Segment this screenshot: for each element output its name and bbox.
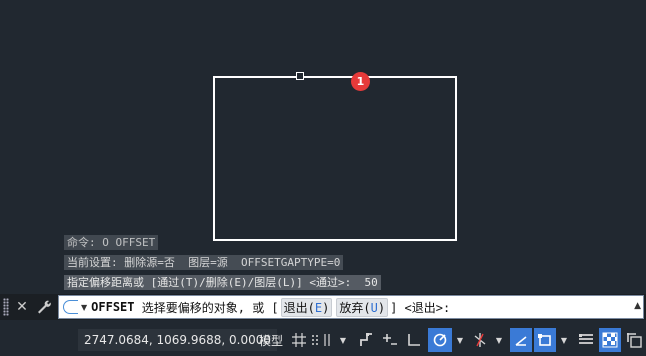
model-space-button[interactable]: 模型 — [256, 328, 286, 352]
lineweight-icon[interactable] — [576, 328, 596, 352]
isometric-drafting-icon[interactable] — [470, 328, 490, 352]
selection-cycling-icon[interactable] — [624, 328, 644, 352]
ortho-mode-icon[interactable] — [404, 328, 424, 352]
command-history-line-2: 当前设置: 删除源=否 图层=源 OFFSETGAPTYPE=0 — [64, 255, 344, 270]
command-suffix: ] <退出>: — [390, 300, 451, 315]
option-exit[interactable]: 退出(E) — [280, 297, 333, 317]
grid-icon[interactable] — [290, 328, 308, 352]
status-bar: 2747.0684, 1069.9688, 0.0000 模型 ▼ ▼ ▼ ▼ — [0, 322, 646, 356]
offset-command-icon — [63, 300, 87, 314]
chevron-down-icon[interactable]: ▼ — [338, 328, 348, 352]
command-line-bar: ✕ ▼ OFFSET 选择要偏移的对象, 或 [ 退出(E) 放弃(U) ] <… — [0, 294, 646, 320]
command-history-line-1: 命令: O OFFSET — [64, 235, 159, 250]
infer-constraints-icon[interactable] — [356, 328, 376, 352]
chevron-down-icon[interactable]: ▼ — [455, 328, 465, 352]
close-icon[interactable]: ✕ — [12, 297, 32, 317]
command-history-line-3: 指定偏移距离或 [通过(T)/删除(E)/图层(L)] <通过>: 50 — [64, 275, 381, 290]
command-input[interactable]: ▼ OFFSET 选择要偏移的对象, 或 [ 退出(E) 放弃(U) ] <退出… — [58, 295, 644, 319]
transparency-icon[interactable] — [599, 328, 621, 352]
midpoint-grip[interactable] — [296, 72, 304, 80]
polar-tracking-icon[interactable] — [428, 328, 452, 352]
chevron-down-icon[interactable]: ▼ — [494, 328, 504, 352]
object-snap-tracking-icon[interactable] — [510, 328, 532, 352]
rectangle-object[interactable] — [213, 76, 457, 241]
chevron-down-icon[interactable]: ▼ — [559, 328, 569, 352]
coordinate-readout[interactable]: 2747.0684, 1069.9688, 0.0000 — [78, 329, 278, 351]
dots-grid-icon[interactable] — [309, 328, 323, 352]
scroll-up-icon[interactable]: ▲ — [634, 301, 641, 311]
drawing-canvas[interactable]: 1 命令: O OFFSET 当前设置: 删除源=否 图层=源 OFFSETGA… — [0, 0, 646, 292]
drag-handle[interactable] — [3, 298, 9, 316]
snap-mode-icon[interactable] — [322, 328, 334, 352]
command-prompt: 选择要偏移的对象, 或 [ — [141, 300, 279, 315]
object-snap-icon[interactable] — [534, 328, 556, 352]
wrench-icon[interactable] — [34, 297, 54, 317]
command-name: OFFSET — [91, 300, 135, 314]
dynamic-input-icon[interactable] — [380, 328, 400, 352]
option-undo[interactable]: 放弃(U) — [336, 297, 389, 317]
step-marker: 1 — [351, 72, 370, 91]
